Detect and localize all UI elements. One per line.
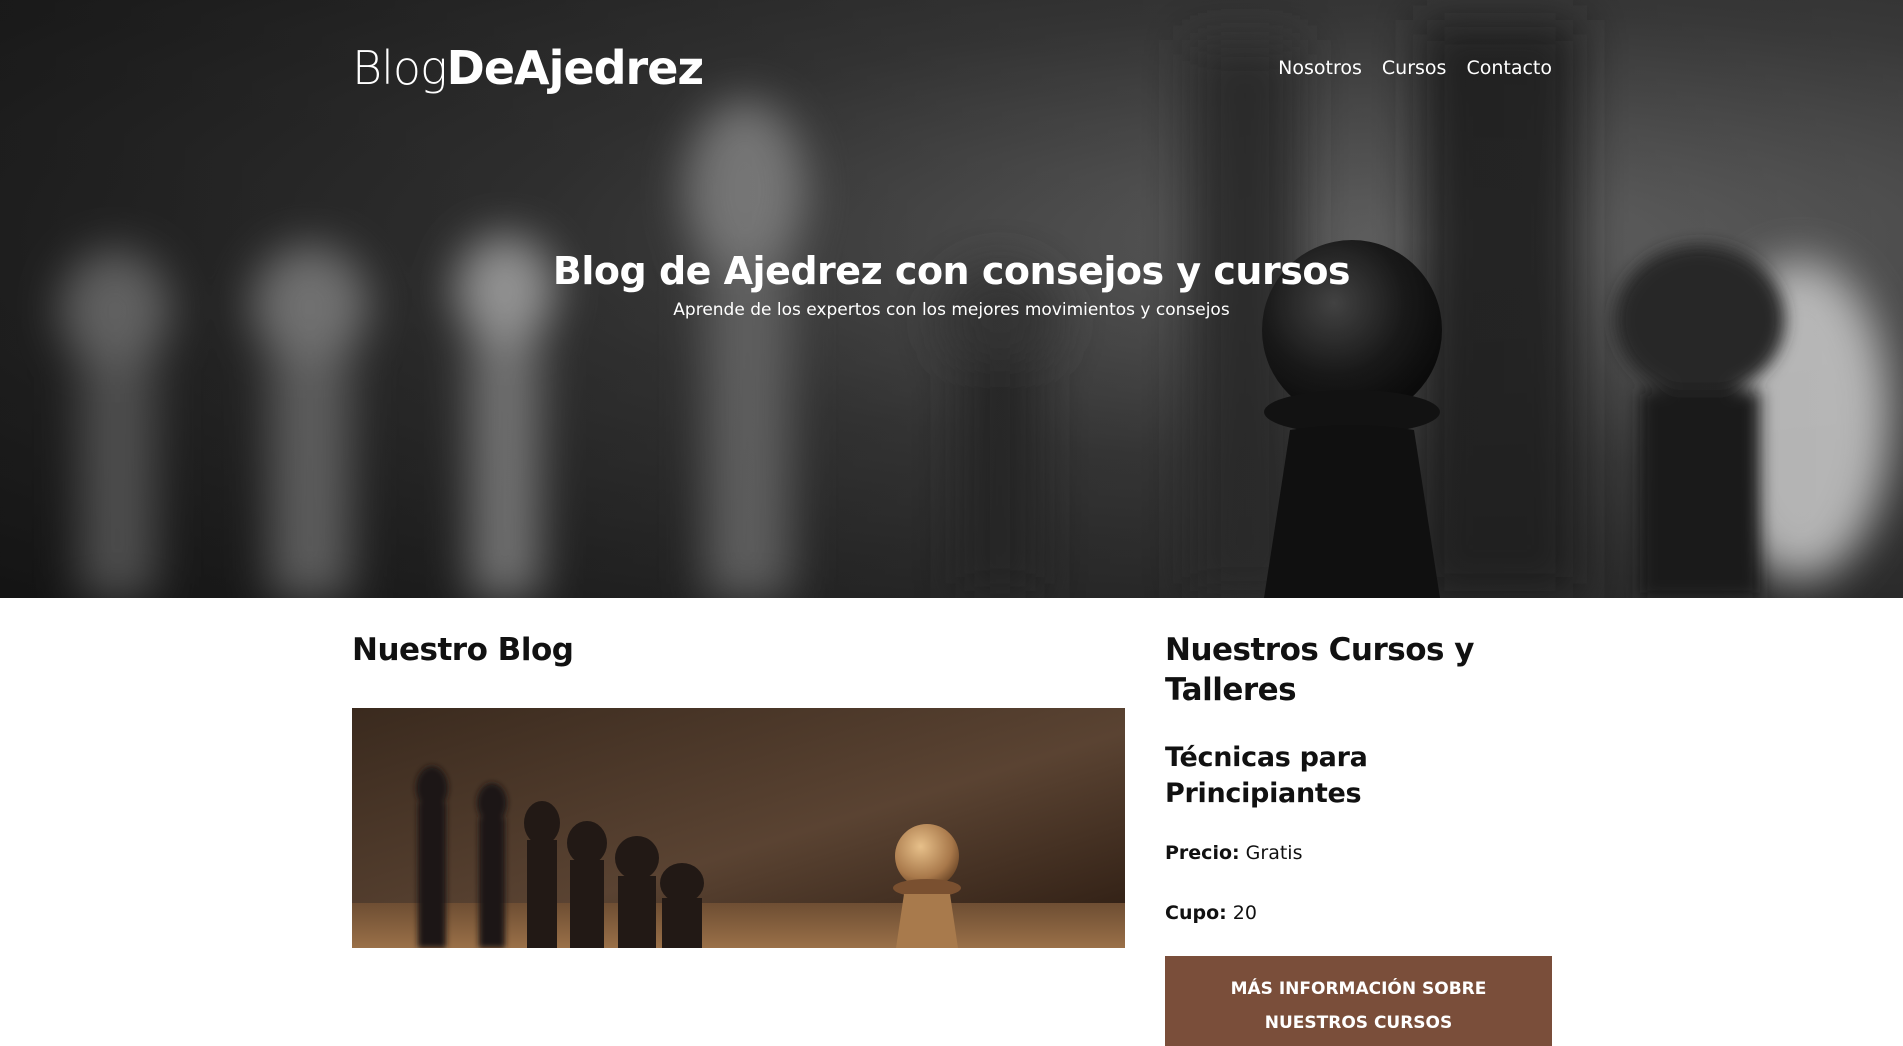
main-content: Nuestro Blog Nuestros Cursos y Talleres …: [352, 598, 1552, 1046]
site-logo[interactable]: BlogDeAjedrez: [352, 40, 705, 96]
site-header: BlogDeAjedrez Nosotros Cursos Contacto: [352, 40, 1552, 96]
hero-subtitle: Aprende de los expertos con los mejores …: [673, 300, 1230, 320]
logo-bold-text: DeAjedrez: [446, 41, 705, 95]
hero-title: Blog de Ajedrez con consejos y cursos: [552, 249, 1351, 293]
hero-text: Blog de Ajedrez con consejos y cursos Ap…: [0, 248, 1903, 322]
course-seats: Cupo: 20: [1165, 900, 1552, 926]
main-navigation: Nosotros Cursos Contacto: [1278, 57, 1552, 79]
hero-banner: BlogDeAjedrez Nosotros Cursos Contacto B…: [0, 0, 1903, 598]
course-price: Precio: Gratis: [1165, 840, 1552, 866]
more-info-courses-button[interactable]: Más información sobre nuestros cursos: [1165, 956, 1552, 1046]
blog-post-image[interactable]: [352, 708, 1125, 948]
seats-label: Cupo:: [1165, 902, 1227, 924]
courses-section: Nuestros Cursos y Talleres Técnicas para…: [1165, 598, 1552, 1046]
nav-link-nosotros[interactable]: Nosotros: [1278, 57, 1362, 79]
seats-value: 20: [1232, 902, 1257, 924]
blog-section: Nuestro Blog: [352, 598, 1125, 948]
logo-light-text: Blog: [352, 41, 448, 95]
price-value: Gratis: [1245, 842, 1303, 864]
nav-link-contacto[interactable]: Contacto: [1466, 57, 1552, 79]
courses-title: Nuestros Cursos y Talleres: [1165, 632, 1474, 708]
price-label: Precio:: [1165, 842, 1240, 864]
blog-title: Nuestro Blog: [352, 632, 574, 668]
chess-board-image: [352, 708, 1125, 948]
nav-link-cursos[interactable]: Cursos: [1382, 57, 1447, 79]
course-name: Técnicas para Principiantes: [1165, 742, 1368, 809]
